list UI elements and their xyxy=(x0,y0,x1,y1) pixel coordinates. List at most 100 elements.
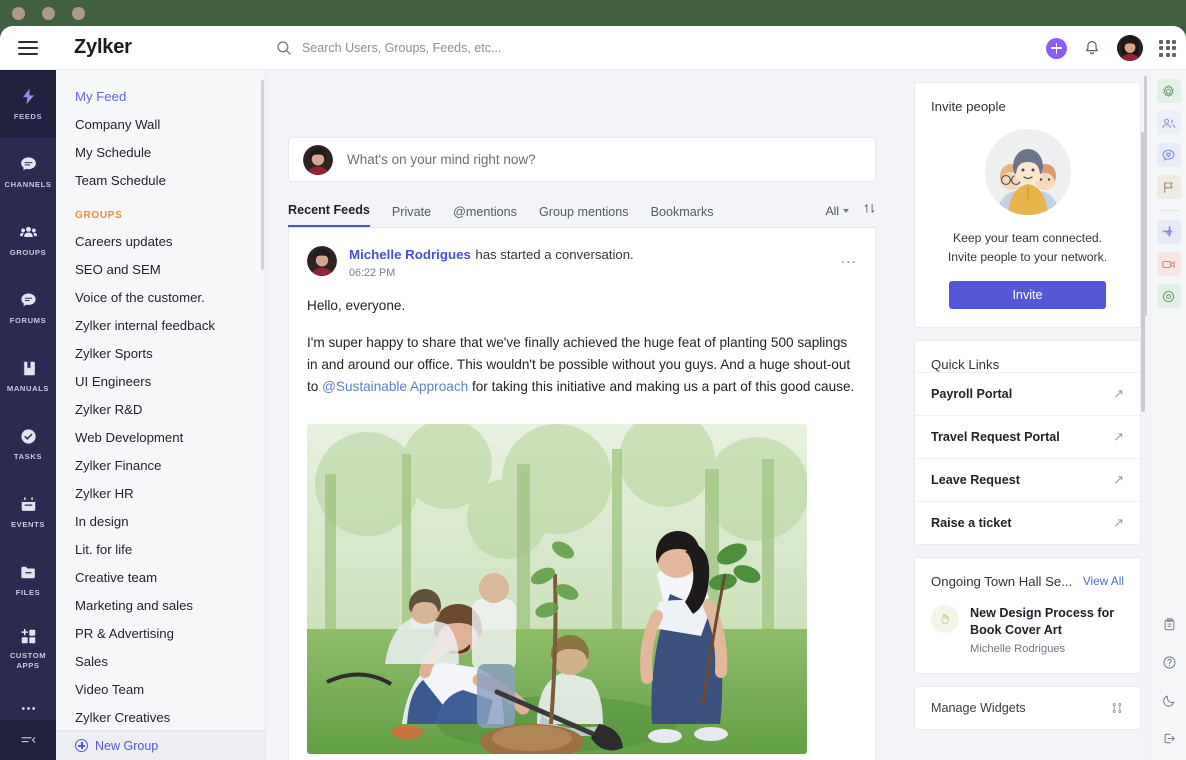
window-minimize-dot[interactable] xyxy=(42,7,55,20)
avatar[interactable] xyxy=(1117,35,1143,61)
tab-private[interactable]: Private xyxy=(392,205,431,227)
post-mention-link[interactable]: @Sustainable Approach xyxy=(322,379,468,394)
sidebar-group-item[interactable]: Marketing and sales xyxy=(56,591,265,619)
invite-button[interactable]: Invite xyxy=(949,280,1106,309)
composer-input[interactable] xyxy=(347,152,861,167)
search-input[interactable] xyxy=(302,41,662,55)
sidebar-item-company-wall[interactable]: Company Wall xyxy=(56,110,265,138)
town-hall-header: Ongoing Town Hall Se... View All xyxy=(915,558,1140,589)
sidebar-group-item[interactable]: Zylker Sports xyxy=(56,339,265,367)
sidebar-group-item[interactable]: UI Engineers xyxy=(56,367,265,395)
manage-widgets-card[interactable]: Manage Widgets xyxy=(914,686,1141,731)
rail-item-custom-apps[interactable]: CUSTOM APPS xyxy=(0,614,56,682)
rail-item-channels[interactable]: CHANNELS xyxy=(0,138,56,206)
puzzle-icon[interactable] xyxy=(1156,220,1181,244)
os-titlebar xyxy=(0,0,1186,26)
widgets-scrollbar[interactable] xyxy=(1143,76,1147,316)
post-more-icon[interactable]: ... xyxy=(841,250,857,268)
contacts-icon[interactable] xyxy=(1156,111,1181,135)
sort-icon[interactable] xyxy=(863,202,876,220)
sidebar-group-item[interactable]: Lit. for life xyxy=(56,535,265,563)
quick-link-row[interactable]: Payroll Portal ↗ xyxy=(915,371,1140,415)
menu-toggle-icon[interactable] xyxy=(0,40,56,55)
sidebar-group-item[interactable]: PR & Advertising xyxy=(56,619,265,647)
sidebar-group-item[interactable]: Zylker Finance xyxy=(56,451,265,479)
bell-icon[interactable] xyxy=(1083,39,1101,57)
add-button[interactable] xyxy=(1046,37,1067,59)
post-author-avatar[interactable] xyxy=(307,246,337,276)
sidebar-group-item[interactable]: Video Team xyxy=(56,675,265,703)
chat-heart-icon[interactable] xyxy=(1156,143,1181,167)
logout-icon[interactable] xyxy=(1157,726,1181,750)
feed-filter-label: All xyxy=(825,204,839,218)
rail-item-feeds[interactable]: FEEDS xyxy=(0,70,56,138)
sidebar-item-my-feed[interactable]: My Feed xyxy=(56,82,265,110)
sidebar-group-item[interactable]: Zylker HR xyxy=(56,479,265,507)
sidebar-group-item[interactable]: Creative team xyxy=(56,563,265,591)
widgets-panel: Invite people Keep your team connected. … xyxy=(905,70,1150,760)
tab-group-mentions[interactable]: Group mentions xyxy=(539,205,629,227)
plus-circle-icon xyxy=(75,739,88,752)
quick-link-label: Leave Request xyxy=(931,472,1020,487)
tab-bookmarks[interactable]: Bookmarks xyxy=(651,205,714,227)
gear-icon[interactable] xyxy=(1156,79,1181,103)
rail-item-files[interactable]: FILES xyxy=(0,546,56,614)
quick-link-row[interactable]: Travel Request Portal ↗ xyxy=(915,414,1140,458)
rail-item-manuals[interactable]: MANUALS xyxy=(0,342,56,410)
rail-item-forums[interactable]: FORUMS xyxy=(0,274,56,342)
rail-item-groups[interactable]: GROUPS xyxy=(0,206,56,274)
external-link-icon: ↗ xyxy=(1113,514,1124,530)
sidebar-item-my-schedule[interactable]: My Schedule xyxy=(56,138,265,166)
post-paragraph: I'm super happy to share that we've fina… xyxy=(307,332,857,398)
avatar-image xyxy=(303,144,333,175)
ellipsis-icon xyxy=(18,699,38,719)
sidebar-group-item[interactable]: Zylker internal feedback xyxy=(56,311,265,339)
help-icon[interactable] xyxy=(1157,650,1181,674)
post-image[interactable] xyxy=(307,424,807,755)
rail-label: EVENTS xyxy=(11,519,45,529)
sidebar-group-item[interactable]: Zylker R&D xyxy=(56,395,265,423)
rail-item-events[interactable]: EVENTS xyxy=(0,478,56,546)
search-bar[interactable] xyxy=(276,26,662,70)
window-close-dot[interactable] xyxy=(12,7,25,20)
sidebar-group-item[interactable]: Web Development xyxy=(56,423,265,451)
sidebar-item-label: Web Development xyxy=(75,429,184,445)
quick-link-row[interactable]: Leave Request ↗ xyxy=(915,457,1140,501)
rail-collapse-button[interactable] xyxy=(0,720,56,760)
post-author-name[interactable]: Michelle Rodrigues xyxy=(349,247,471,262)
town-hall-item[interactable]: New Design Process for Book Cover Art Mi… xyxy=(915,589,1140,673)
feed-filter-dropdown[interactable]: All xyxy=(826,204,849,218)
sidebar-item-label: Zylker R&D xyxy=(75,401,143,417)
tab-recent-feeds[interactable]: Recent Feeds xyxy=(288,203,370,227)
clipboard-icon[interactable] xyxy=(1157,612,1181,636)
rail-item-tasks[interactable]: TASKS xyxy=(0,410,56,478)
manage-widgets-row[interactable]: Manage Widgets xyxy=(915,687,1140,729)
video-icon[interactable] xyxy=(1156,252,1181,276)
sidebar-group-item[interactable]: Careers updates xyxy=(56,227,265,255)
sidebar-group-item[interactable]: SEO and SEM xyxy=(56,255,265,283)
quick-link-row[interactable]: Raise a ticket ↗ xyxy=(915,500,1140,544)
sidebar-group-item[interactable]: In design xyxy=(56,507,265,535)
chat-icon xyxy=(18,155,38,175)
moon-icon[interactable] xyxy=(1157,688,1181,712)
sidebar-item-label: UI Engineers xyxy=(75,373,152,389)
flag-icon[interactable] xyxy=(1156,175,1181,199)
post-image-graphic xyxy=(307,424,807,755)
camera-icon[interactable] xyxy=(1156,284,1181,308)
sidebar-group-item[interactable]: Zylker Creatives xyxy=(56,703,265,731)
avatar-image xyxy=(307,246,337,276)
sidebar-scrollbar[interactable] xyxy=(261,80,264,270)
sidebar-group-item[interactable]: Sales xyxy=(56,647,265,675)
sidebar-group-item[interactable]: Voice of the customer. xyxy=(56,283,265,311)
tab-mentions[interactable]: @mentions xyxy=(453,205,517,227)
post-composer[interactable] xyxy=(288,137,876,182)
apps-grid-icon[interactable] xyxy=(1159,39,1176,57)
quick-links-title: Quick Links xyxy=(931,356,1000,372)
new-group-button[interactable]: New Group xyxy=(56,730,265,760)
sidebar-item-label: Zylker Creatives xyxy=(75,709,171,725)
view-all-link[interactable]: View All xyxy=(1083,574,1124,588)
sidebar-item-team-schedule[interactable]: Team Schedule xyxy=(56,166,265,194)
window-maximize-dot[interactable] xyxy=(72,7,85,20)
apps-plus-icon xyxy=(18,626,38,646)
app-window: Zylker Search Users, Groups, Feeds, etc.… xyxy=(0,0,1186,760)
